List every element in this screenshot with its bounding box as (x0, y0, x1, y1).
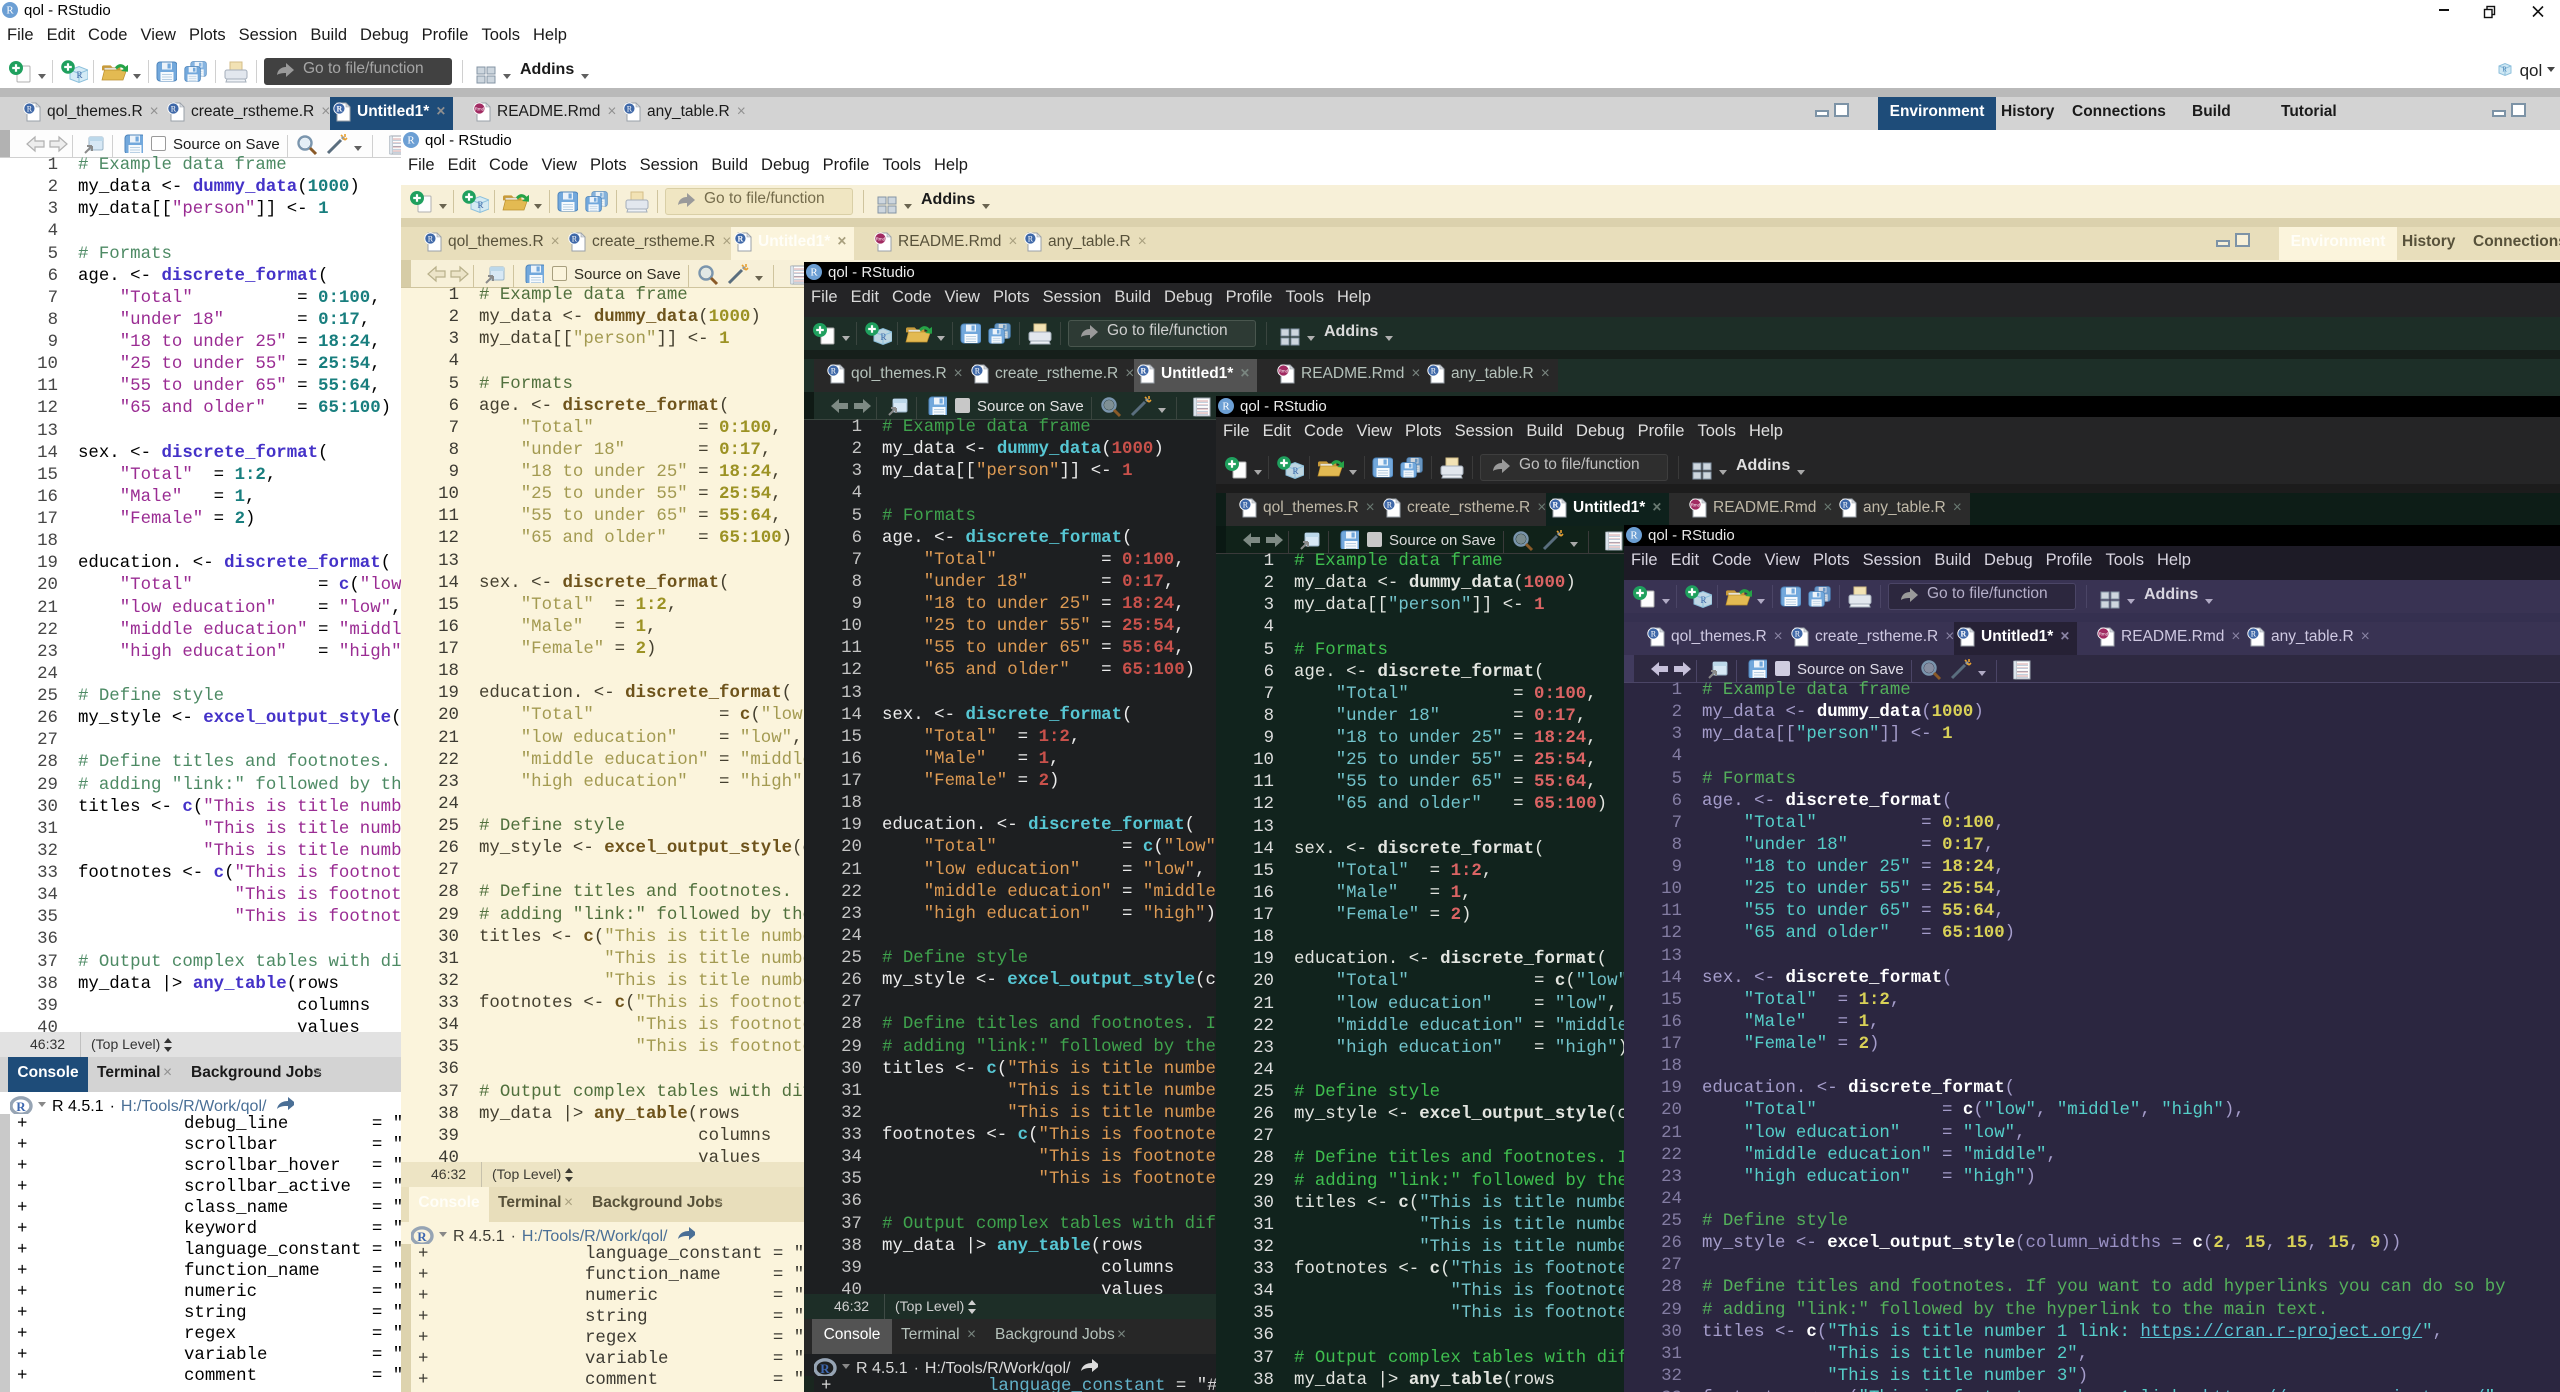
svg-text:R: R (1243, 500, 1249, 509)
svg-text:R: R (1387, 500, 1393, 509)
svg-text:R: R (407, 135, 415, 147)
svg-text:R: R (627, 104, 633, 113)
svg-text:R: R (1961, 629, 1967, 638)
svg-text:R: R (1630, 530, 1638, 542)
svg-text:R: R (171, 104, 177, 113)
svg-text:R: R (738, 234, 744, 243)
svg-text:Rmd: Rmd (475, 107, 485, 112)
svg-text:Rmd: Rmd (1691, 503, 1701, 508)
svg-text:R: R (1222, 401, 1230, 413)
svg-text:R: R (1293, 466, 1299, 476)
svg-text:R: R (2502, 65, 2507, 73)
svg-text:R: R (337, 104, 343, 113)
svg-text:R: R (572, 234, 578, 243)
svg-text:Rmd: Rmd (1279, 369, 1289, 374)
svg-text:R: R (1651, 629, 1657, 638)
svg-text:R: R (1141, 366, 1147, 375)
svg-text:R: R (2251, 629, 2257, 638)
svg-text:R: R (975, 366, 981, 375)
svg-text:R: R (16, 1099, 26, 1114)
svg-text:Rmd: Rmd (876, 237, 886, 242)
svg-text:R: R (810, 267, 818, 279)
svg-text:R: R (1795, 629, 1801, 638)
svg-text:R: R (881, 332, 887, 342)
svg-text:R: R (1843, 500, 1849, 509)
svg-text:R: R (1553, 500, 1559, 509)
svg-text:R: R (1028, 234, 1034, 243)
svg-text:R: R (77, 70, 83, 80)
svg-text:R: R (831, 366, 837, 375)
svg-text:R: R (820, 1361, 830, 1376)
svg-text:Rmd: Rmd (2099, 632, 2109, 637)
svg-text:R: R (6, 5, 14, 17)
svg-text:R: R (417, 1229, 427, 1244)
svg-text:R: R (478, 200, 484, 210)
svg-text:R: R (27, 104, 33, 113)
svg-text:R: R (1701, 595, 1707, 605)
svg-text:R: R (428, 234, 434, 243)
svg-text:R: R (1431, 366, 1437, 375)
